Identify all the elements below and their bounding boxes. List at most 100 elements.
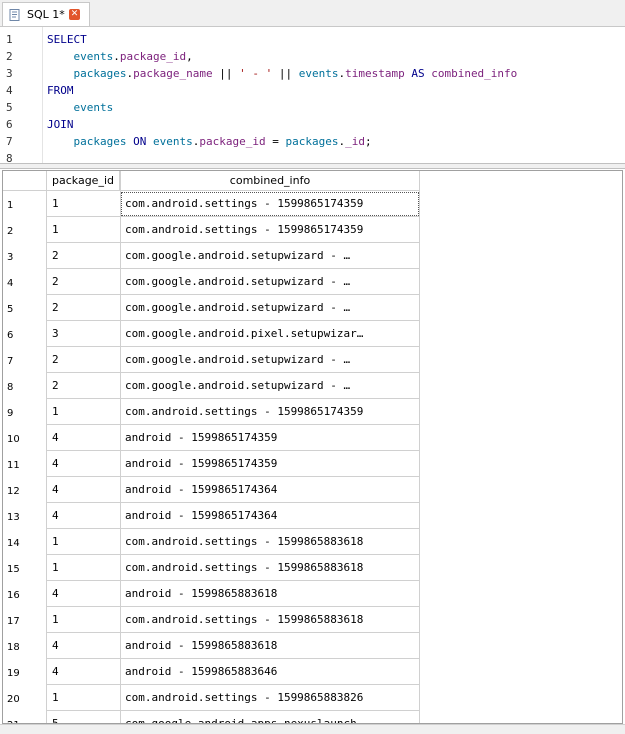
table-row[interactable]: 2 1 com.android.settings - 1599865174359 [3,217,622,243]
cell-combined-info[interactable]: android - 1599865174359 [120,425,420,451]
row-number[interactable]: 4 [7,269,43,295]
cell-package-id[interactable]: 4 [46,425,120,451]
row-number[interactable]: 18 [7,633,43,659]
table-row[interactable]: 8 2 com.google.android.setupwizard - … [3,373,622,399]
cell-package-id[interactable]: 1 [46,217,120,243]
table-row[interactable]: 3 2 com.google.android.setupwizard - … [3,243,622,269]
cell-combined-info[interactable]: com.google.android.setupwizard - … [120,269,420,295]
table-row[interactable]: 4 2 com.google.android.setupwizard - … [3,269,622,295]
cell-combined-info[interactable]: android - 1599865174359 [120,451,420,477]
cell-package-id[interactable]: 1 [46,399,120,425]
table-row[interactable]: 11 4 android - 1599865174359 [3,451,622,477]
row-number[interactable]: 13 [7,503,43,529]
cell-combined-info[interactable]: com.android.settings - 1599865174359 [120,191,420,217]
table-row[interactable]: 17 1 com.android.settings - 1599865883618 [3,607,622,633]
row-number[interactable]: 6 [7,321,43,347]
cell-combined-info[interactable]: com.android.settings - 1599865883618 [120,607,420,633]
row-number[interactable]: 19 [7,659,43,685]
cell-combined-info[interactable]: com.google.android.pixel.setupwizar… [120,321,420,347]
cell-package-id[interactable]: 1 [46,685,120,711]
row-number[interactable]: 1 [7,191,43,217]
cell-combined-info[interactable]: com.android.settings - 1599865883618 [120,529,420,555]
row-number[interactable]: 17 [7,607,43,633]
cell-package-id[interactable]: 3 [46,321,120,347]
cell-combined-info[interactable]: com.google.android.setupwizard - … [120,373,420,399]
cell-package-id[interactable]: 2 [46,269,120,295]
row-number[interactable]: 20 [7,685,43,711]
row-number[interactable]: 16 [7,581,43,607]
row-number[interactable]: 10 [7,425,43,451]
cell-package-id[interactable]: 1 [46,529,120,555]
code-line[interactable]: 1 SELECT [0,31,625,48]
cell-combined-info[interactable]: android - 1599865174364 [120,477,420,503]
table-row[interactable]: 16 4 android - 1599865883618 [3,581,622,607]
table-row[interactable]: 1 1 com.android.settings - 1599865174359 [3,191,622,217]
cell-package-id[interactable]: 1 [46,191,120,217]
code-line[interactable]: 2 events.package_id, [0,48,625,65]
row-number[interactable]: 2 [7,217,43,243]
tab-bar: SQL 1* ✕ [0,0,625,27]
row-number[interactable]: 5 [7,295,43,321]
table-row[interactable]: 13 4 android - 1599865174364 [3,503,622,529]
cell-package-id[interactable]: 2 [46,347,120,373]
sql-editor[interactable]: 1 SELECT 2 events.package_id, 3 packages.pa… [0,27,625,165]
cell-package-id[interactable]: 4 [46,633,120,659]
code-line[interactable]: 4 FROM [0,82,625,99]
cell-combined-info[interactable]: com.google.android.setupwizard - … [120,295,420,321]
row-number[interactable]: 8 [7,373,43,399]
cell-combined-info[interactable]: com.google.android.apps.nexuslaunch… [120,711,420,723]
cell-combined-info[interactable]: android - 1599865883646 [120,659,420,685]
cell-combined-info[interactable]: android - 1599865174364 [120,503,420,529]
row-number[interactable]: 12 [7,477,43,503]
close-icon[interactable]: ✕ [69,9,80,20]
table-row[interactable]: 19 4 android - 1599865883646 [3,659,622,685]
row-number[interactable]: 21 [7,711,43,723]
cell-combined-info[interactable]: com.android.settings - 1599865174359 [120,217,420,243]
column-header-package-id[interactable]: package_id [46,171,120,191]
cell-package-id[interactable]: 1 [46,555,120,581]
cell-package-id[interactable]: 4 [46,581,120,607]
table-row[interactable]: 215com.google.android.apps.nexuslaunch… [3,711,622,723]
row-number[interactable]: 11 [7,451,43,477]
cell-package-id[interactable]: 2 [46,295,120,321]
cell-package-id[interactable]: 4 [46,503,120,529]
cell-combined-info[interactable]: com.google.android.setupwizard - … [120,243,420,269]
row-number[interactable]: 9 [7,399,43,425]
row-number[interactable]: 7 [7,347,43,373]
row-number[interactable]: 15 [7,555,43,581]
code-line[interactable]: 3 packages.package_name || ' - ' || even… [0,65,625,82]
code-line[interactable]: 5 events [0,99,625,116]
cell-package-id[interactable]: 4 [46,451,120,477]
cell-package-id[interactable]: 2 [46,243,120,269]
tab-sql-1[interactable]: SQL 1* ✕ [2,2,90,26]
table-row[interactable]: 7 2 com.google.android.setupwizard - … [3,347,622,373]
table-row[interactable]: 5 2 com.google.android.setupwizard - … [3,295,622,321]
row-number[interactable]: 14 [7,529,43,555]
code-token: package_id [199,135,266,148]
table-row[interactable]: 10 4 android - 1599865174359 [3,425,622,451]
table-row[interactable]: 15 1 com.android.settings - 1599865883618 [3,555,622,581]
table-row[interactable]: 20 1 com.android.settings - 1599865883826 [3,685,622,711]
cell-package-id[interactable]: 4 [46,659,120,685]
table-row[interactable]: 18 4 android - 1599865883618 [3,633,622,659]
cell-combined-info[interactable]: android - 1599865883618 [120,633,420,659]
row-number[interactable]: 3 [7,243,43,269]
results-grid[interactable]: package_id combined_info 1 1 com.android.s… [2,170,623,724]
cell-package-id[interactable]: 5 [46,711,120,723]
cell-package-id[interactable]: 1 [46,607,120,633]
table-row[interactable]: 6 3 com.google.android.pixel.setupwizar… [3,321,622,347]
table-row[interactable]: 9 1 com.android.settings - 1599865174359 [3,399,622,425]
editor-results-splitter[interactable] [0,163,625,169]
cell-combined-info[interactable]: android - 1599865883618 [120,581,420,607]
cell-package-id[interactable]: 2 [46,373,120,399]
cell-combined-info[interactable]: com.android.settings - 1599865174359 [120,399,420,425]
cell-combined-info[interactable]: com.android.settings - 1599865883618 [120,555,420,581]
cell-combined-info[interactable]: com.google.android.setupwizard - … [120,347,420,373]
table-row[interactable]: 14 1 com.android.settings - 1599865883618 [3,529,622,555]
table-row[interactable]: 12 4 android - 1599865174364 [3,477,622,503]
code-line[interactable]: 6 JOIN [0,116,625,133]
cell-package-id[interactable]: 4 [46,477,120,503]
column-header-combined-info[interactable]: combined_info [120,171,420,191]
cell-combined-info[interactable]: com.android.settings - 1599865883826 [120,685,420,711]
code-line[interactable]: 7 packages ON events.package_id = packag… [0,133,625,150]
